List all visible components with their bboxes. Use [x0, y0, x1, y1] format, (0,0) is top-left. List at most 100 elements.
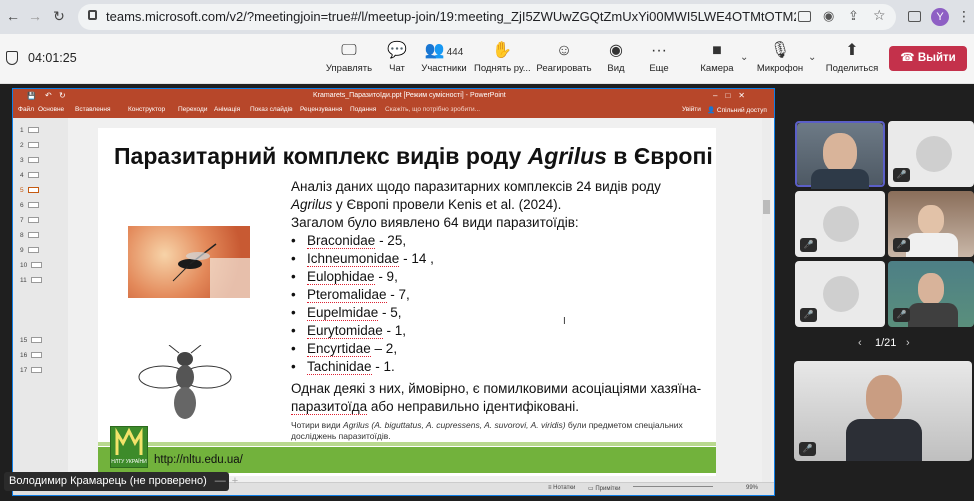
bookmark-star-icon[interactable]: ☆: [873, 7, 886, 24]
ribbon-tab-home[interactable]: Основне: [38, 106, 64, 113]
people-icon: 👥 444: [424, 42, 464, 59]
thumb-7[interactable]: 7: [20, 217, 60, 224]
shield-icon: [6, 51, 18, 65]
ribbon-tab-insert[interactable]: Вставлення: [75, 106, 111, 113]
redo-icon[interactable]: ↻: [59, 91, 66, 100]
react-button[interactable]: ☺ Реагировать: [534, 42, 594, 80]
menu-kebab-icon[interactable]: ⋮: [957, 8, 971, 25]
gallery-pager: 1/21: [875, 337, 897, 349]
thumb-1[interactable]: 1: [20, 127, 60, 134]
thumb-8[interactable]: 8: [20, 232, 60, 239]
participants-button[interactable]: 👥 444 Участники: [418, 42, 470, 80]
save-icon[interactable]: 💾: [27, 92, 36, 100]
thumb-9[interactable]: 9: [20, 247, 60, 254]
thumb-5-active[interactable]: 5: [20, 187, 60, 194]
mic-muted-icon: 🎤: [800, 238, 817, 252]
avatar: [823, 206, 859, 242]
profile-avatar[interactable]: Y: [931, 8, 949, 26]
participant-tile[interactable]: 🎤: [795, 261, 885, 327]
pager-prev-icon[interactable]: ‹: [858, 337, 862, 349]
slide-scrollbar[interactable]: [762, 118, 771, 482]
url-text: teams.microsoft.com/v2/?meetingjoin=true…: [106, 9, 796, 24]
mic-button[interactable]: 🎙 Микрофон: [756, 42, 804, 80]
share-page-icon[interactable]: ⇪: [848, 8, 859, 24]
forward-icon[interactable]: →: [26, 8, 44, 24]
manage-button[interactable]: 🖵 Управлять: [322, 42, 376, 80]
ribbon-tab-animation[interactable]: Анімація: [214, 106, 240, 113]
slide-footer-stripe: [98, 442, 716, 446]
family-item: • Braconidae - 25,: [291, 233, 407, 249]
participant-tile[interactable]: 🎤: [795, 191, 885, 257]
parasitoid-photo: [128, 226, 250, 298]
view-icon: ◉: [609, 42, 623, 59]
minus-icon[interactable]: —: [215, 475, 226, 487]
participant-tile-speaker[interactable]: [795, 121, 885, 189]
plus-icon[interactable]: +: [232, 475, 238, 487]
sign-in-link[interactable]: Увійти: [682, 106, 701, 113]
share-button[interactable]: ⬆ Поделиться: [824, 42, 880, 80]
ppt-title-bar: 💾 ↶ ↻ Kramarets_Паразитоїди.ppt [Режим с…: [13, 89, 774, 105]
window-controls[interactable]: –□✕: [713, 91, 753, 100]
ribbon-tab-transitions[interactable]: Переходи: [178, 106, 207, 113]
tell-me-box[interactable]: Скажіть, що потрібно зробити...: [385, 106, 480, 113]
ribbon-tab-review[interactable]: Рецензування: [300, 106, 342, 113]
family-item: • Eupelmidae - 5,: [291, 305, 402, 321]
nltu-logo: НЛТУ УКРАЇНИ: [110, 426, 148, 468]
reload-icon[interactable]: ↻: [50, 8, 68, 25]
camera-blocked-icon[interactable]: ◉: [823, 8, 834, 24]
sidebar-icon[interactable]: [908, 11, 921, 22]
thumb-2[interactable]: 2: [20, 142, 60, 149]
leave-button[interactable]: ☎ Выйти: [889, 46, 967, 71]
more-button[interactable]: ··· Еще: [644, 42, 674, 80]
notes-button[interactable]: ≡ Нотатки: [548, 485, 575, 491]
ribbon-tab-file[interactable]: Файл: [18, 106, 34, 113]
thumb-3[interactable]: 3: [20, 157, 60, 164]
avatar: [823, 276, 859, 312]
thumb-6[interactable]: 6: [20, 202, 60, 209]
camera-chevron-down-icon[interactable]: ⌄: [740, 52, 748, 63]
slide-intro: Аналіз даних щодо паразитарних комплексі…: [291, 179, 661, 230]
ribbon-tab-design[interactable]: Конструктор: [128, 106, 165, 113]
undo-icon[interactable]: ↶: [45, 91, 52, 100]
comments-button[interactable]: ▭ Примітки: [588, 485, 621, 492]
raise-hand-button[interactable]: ✋ Поднять ру...: [474, 42, 531, 80]
thumb-15[interactable]: 15: [20, 337, 60, 344]
mic-muted-icon: 🎤: [893, 168, 910, 182]
view-button[interactable]: ◉ Вид: [600, 42, 632, 80]
lock-icon: [88, 10, 97, 20]
cast-icon[interactable]: [798, 11, 811, 22]
participant-tile-large[interactable]: 🎤: [794, 361, 972, 461]
university-url: http://nltu.edu.ua/: [154, 454, 243, 466]
ribbon-tab-view[interactable]: Подання: [350, 106, 376, 113]
family-item: • Ichneumonidae - 14 ,: [291, 251, 434, 267]
pager-next-icon[interactable]: ›: [906, 337, 910, 349]
scrollbar-thumb[interactable]: [763, 200, 770, 214]
participant-tile[interactable]: 🎤: [888, 121, 974, 187]
thumb-16[interactable]: 16: [20, 352, 60, 359]
chat-icon: 💬: [387, 42, 407, 59]
manage-icon: 🖵: [341, 42, 357, 59]
thumb-10[interactable]: 10: [20, 262, 60, 269]
address-bar[interactable]: teams.microsoft.com/v2/?meetingjoin=true…: [78, 4, 896, 30]
wasp-illustration: [138, 345, 232, 419]
avatar: [916, 136, 952, 172]
slide-conclusion: Однак деякі з них, ймовірно, є помилкови…: [291, 381, 702, 415]
more-icon: ···: [651, 42, 667, 59]
back-icon[interactable]: ←: [4, 8, 22, 24]
thumb-4[interactable]: 4: [20, 172, 60, 179]
thumb-17[interactable]: 17: [20, 367, 60, 374]
share-access-button[interactable]: 👤 Спільний доступ: [707, 106, 767, 114]
smile-icon: ☺: [555, 42, 573, 59]
ppt-window-title: Kramarets_Паразитоїди.ppt [Режим сумісно…: [313, 92, 506, 99]
family-item: • Eulophidae - 9,: [291, 269, 398, 285]
teams-meeting-header: 04:01:25 🖵 Управлять 💬 Чат 👥 444 Участники ✋…: [0, 34, 974, 84]
zoom-slider[interactable]: [633, 486, 713, 492]
thumb-11[interactable]: 11: [20, 277, 60, 284]
chat-button[interactable]: 💬 Чат: [380, 42, 414, 80]
ribbon-tab-slideshow[interactable]: Показ слайдів: [250, 106, 293, 113]
participant-tile-video[interactable]: 🎤: [888, 261, 974, 327]
participant-tile-video[interactable]: 🎤: [888, 191, 974, 257]
mic-chevron-down-icon[interactable]: ⌄: [808, 52, 816, 63]
presenter-name-chip: Володимир Крамарець (не проверено) — +: [4, 472, 238, 491]
camera-button[interactable]: ■ Камера: [698, 42, 736, 80]
